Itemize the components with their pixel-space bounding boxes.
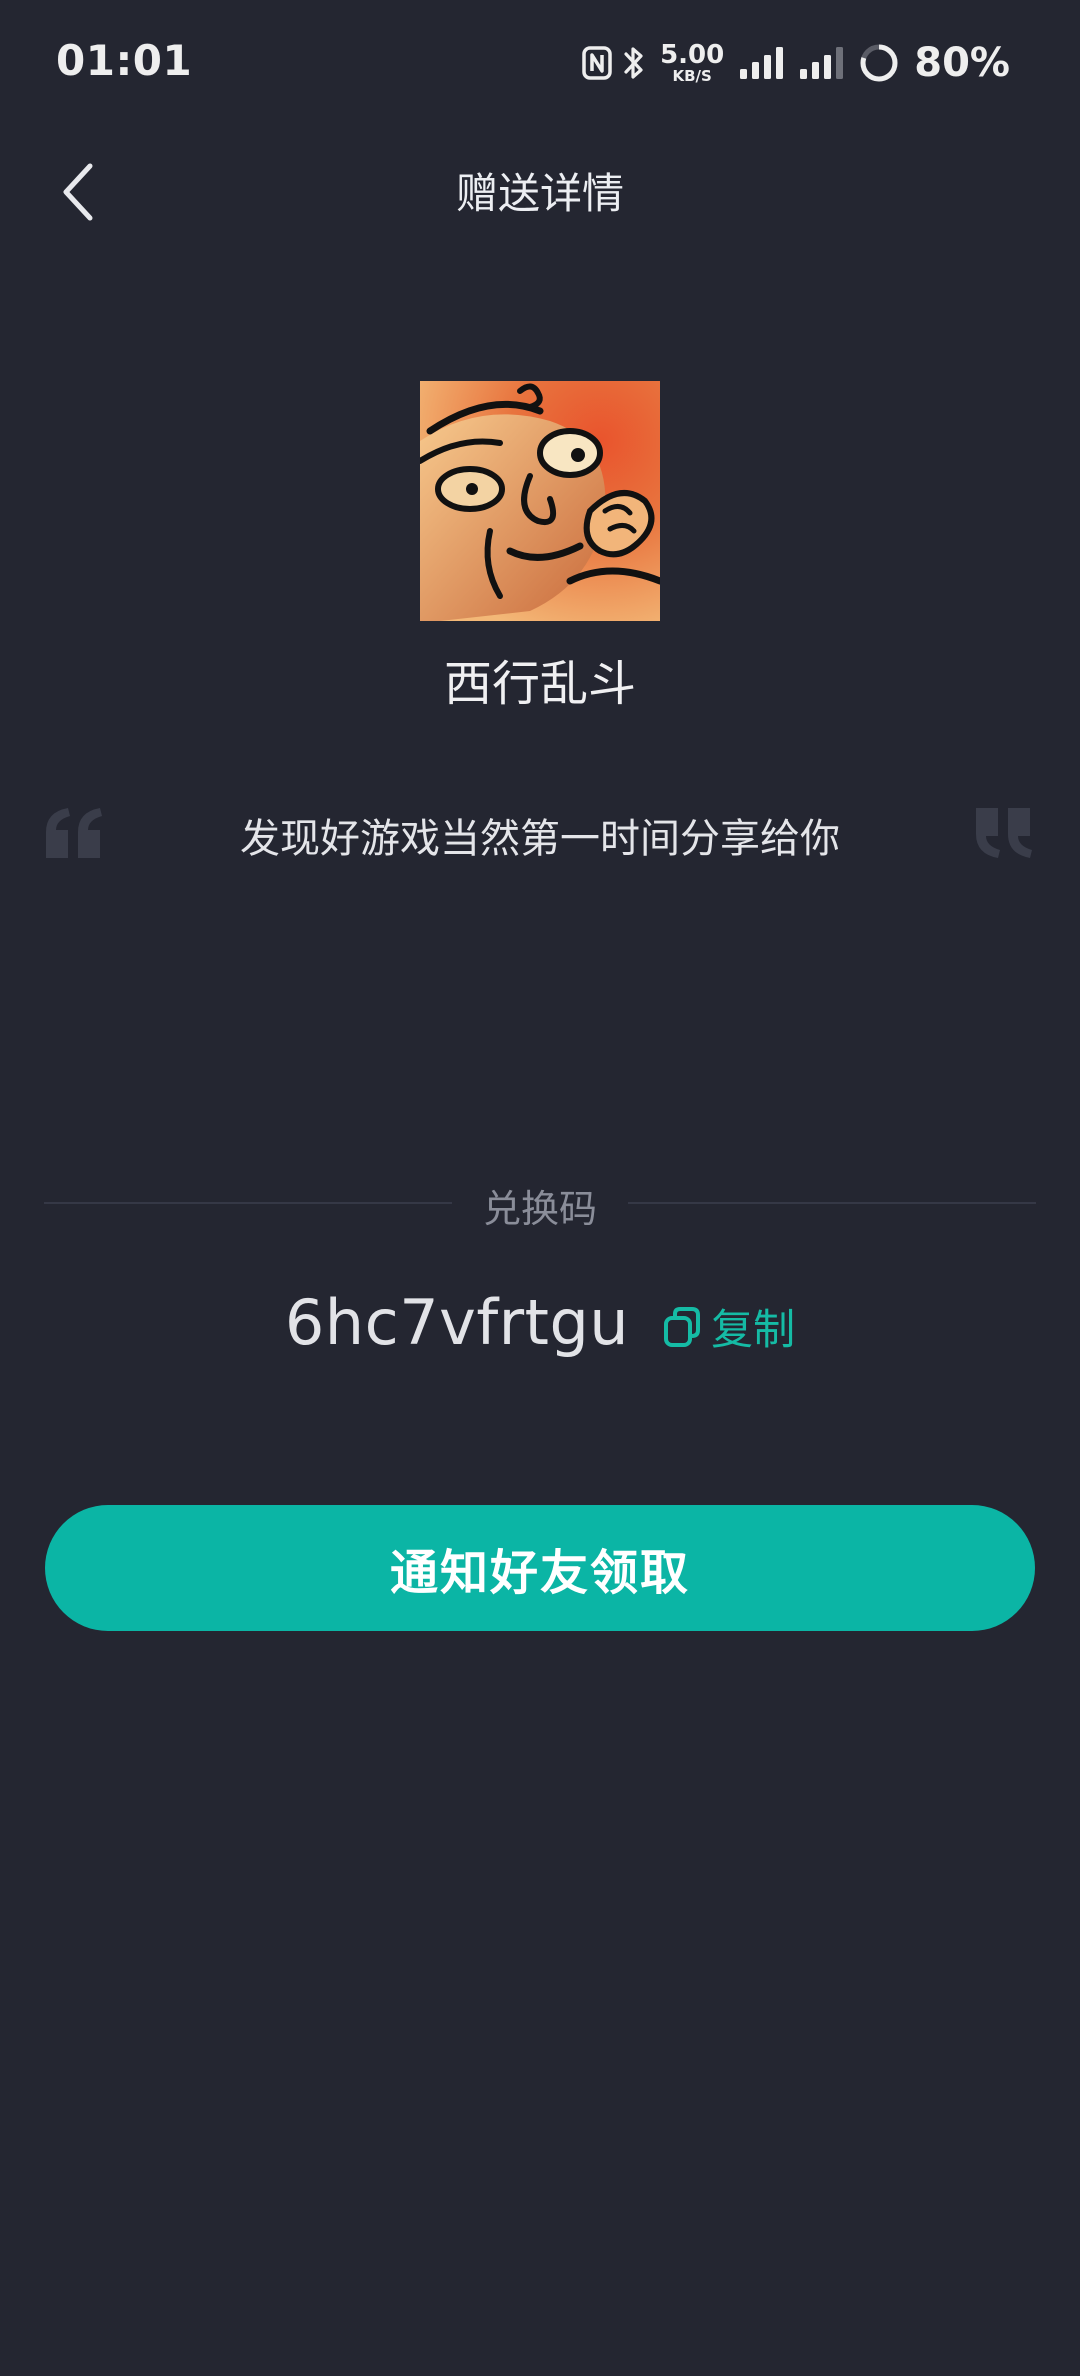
- nfc-icon: [582, 45, 612, 81]
- network-speed-unit: KB/S: [672, 67, 712, 85]
- share-message: 发现好游戏当然第一时间分享给你: [240, 816, 840, 862]
- redeem-code-label: 兑换码: [482, 1187, 597, 1231]
- quote-close-icon: [976, 808, 1032, 858]
- notify-friend-button[interactable]: 通知好友领取: [45, 1505, 1035, 1631]
- signal-icon: [798, 45, 848, 81]
- page-title: 赠送详情: [455, 169, 624, 218]
- status-time: 01:01: [56, 36, 193, 85]
- copy-label: 复制: [711, 1305, 796, 1354]
- game-cover-image: [420, 381, 660, 621]
- battery-percent: 80%: [914, 40, 1010, 86]
- game-name: 西行乱斗: [443, 656, 636, 712]
- battery-ring-icon: [858, 42, 900, 84]
- signal-icon: [738, 45, 788, 81]
- copy-button[interactable]: 复制: [663, 1296, 795, 1357]
- copy-icon: [664, 1306, 701, 1347]
- header: 赠送详情: [0, 130, 1080, 254]
- redeem-code-row: 6hc7vfrtgu 复制: [0, 1286, 1080, 1359]
- network-speed-value: 5.00: [660, 40, 725, 70]
- network-speed: 5.00 KB/S: [660, 42, 724, 84]
- divider-right: [628, 1202, 1036, 1204]
- status-bar: 01:01 5.00 KB/S 80%: [0, 0, 1080, 130]
- redeem-code-value[interactable]: 6hc7vfrtgu: [285, 1286, 629, 1359]
- status-icons: 5.00 KB/S 80%: [582, 38, 1010, 88]
- bluetooth-icon: [622, 44, 646, 82]
